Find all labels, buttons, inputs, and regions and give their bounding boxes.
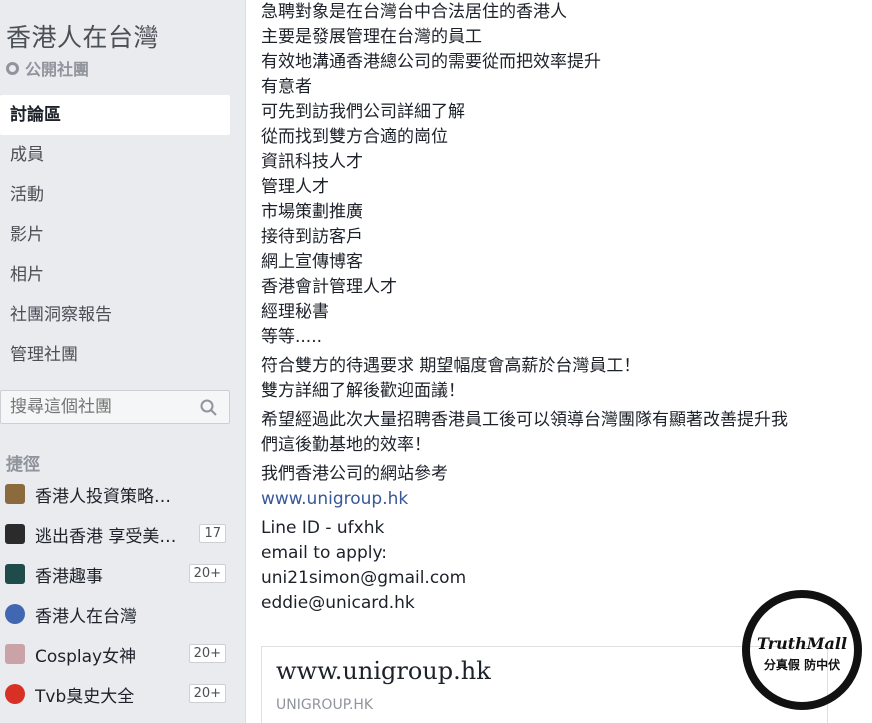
group-search[interactable] [0,390,230,424]
nav-item-members[interactable]: 成員 [0,135,230,175]
shortcuts-list: 香港人投資策略討論 逃出香港 享受美… 17 香港趣事 20+ 香港人在台灣 C… [0,474,230,714]
website-intro: 我們香港公司的網站參考 [261,464,448,484]
post-line: 資訊科技人才 [261,152,363,172]
post-line: 接待到訪客戶 [261,227,363,247]
contact-email: uni21simon@gmail.com [261,568,467,588]
search-input[interactable] [10,397,190,417]
shortcut-label: 逃出香港 享受美… [35,526,177,547]
contact-line: Line ID - ufxhk [261,518,385,538]
post-body: 急聘對象是在台灣台中合法居住的香港人 主要是發展管理在台灣的員工 有效地溝通香港… [261,0,861,620]
group-privacy: 公開社團 [6,56,89,80]
globe-icon [6,61,19,75]
post-line: 有意者 [261,77,312,97]
link-preview-domain: UNIGROUP.HK [276,697,374,713]
notification-badge: 17 [199,524,226,543]
group-privacy-label: 公開社團 [25,60,90,79]
nav-item-manage[interactable]: 管理社團 [0,335,230,375]
shortcuts-heading: 捷徑 [6,455,40,475]
shortcut-label: 香港人投資策略討論 [35,486,185,507]
shortcut-item[interactable]: 香港人投資策略討論 [0,474,230,514]
post-line: 主要是發展管理在台灣的員工 [261,27,482,47]
notification-badge: 20+ [188,564,226,583]
group-title[interactable]: 香港人在台灣 [6,18,159,54]
watermark-title: TruthMall [756,634,848,653]
post-line: 市場策劃推廣 [261,202,363,222]
briefcase-icon [5,484,25,504]
post-line: 希望經過此次大量招聘香港員工後可以領導台灣團隊有顯著改善提升我 [261,410,788,430]
shortcut-label: Tvb臭史大全 [35,686,135,707]
post-paragraph: 我們香港公司的網站參考 www.unigroup.hk [261,462,861,512]
shortcut-item[interactable]: Tvb臭史大全 20+ [0,674,230,714]
group-thumbnail-icon [5,524,25,544]
post-line: 有效地溝通香港總公司的需要從而把效率提升 [261,52,601,72]
nav-item-insights[interactable]: 社團洞察報告 [0,295,230,335]
notification-badge: 20+ [188,684,226,703]
watermark-logo: TruthMall 分真假 防中伏 [742,590,862,710]
post-paragraph: 希望經過此次大量招聘香港員工後可以領導台灣團隊有顯著改善提升我 們這後勤基地的效… [261,408,861,458]
post-line: 從而找到雙方合適的崗位 [261,127,448,147]
post-line: 可先到訪我們公司詳細了解 [261,102,465,122]
nav-item-discussion[interactable]: 討論區 [0,95,230,135]
left-sidebar: 香港人在台灣 公開社團 討論區 成員 活動 影片 相片 社團洞察報告 管理社團 … [0,0,245,723]
shortcut-label: 香港人在台灣 [35,606,137,627]
nav-item-events[interactable]: 活動 [0,175,230,215]
post-paragraph: 急聘對象是在台灣台中合法居住的香港人 主要是發展管理在台灣的員工 有效地溝通香港… [261,0,861,350]
shortcut-item[interactable]: Cosplay女神 20+ [0,634,230,674]
group-thumbnail-icon [5,564,25,584]
search-icon[interactable] [200,399,217,416]
shortcut-item[interactable]: 逃出香港 享受美… 17 [0,514,230,554]
notification-badge: 20+ [188,644,226,663]
nav-item-photos[interactable]: 相片 [0,255,230,295]
group-nav: 討論區 成員 活動 影片 相片 社團洞察報告 管理社團 [0,95,230,375]
group-thumbnail-icon [5,644,25,664]
shortcut-label: Cosplay女神 [35,646,137,667]
post-line: 急聘對象是在台灣台中合法居住的香港人 [261,2,567,22]
shortcut-label: 香港趣事 [35,566,103,587]
contact-line: email to apply: [261,543,388,563]
shortcut-item[interactable]: 香港趣事 20+ [0,554,230,594]
post-line: 經理秘書 [261,302,329,322]
post-line: 雙方詳細了解後歡迎面議！ [261,381,465,401]
nav-item-videos[interactable]: 影片 [0,215,230,255]
shortcut-item[interactable]: 香港人在台灣 [0,594,230,634]
post-line: 們這後勤基地的效率！ [261,435,431,455]
post-line: 符合雙方的待遇要求 期望幅度會高薪於台灣員工！ [261,356,641,376]
post-paragraph: 符合雙方的待遇要求 期望幅度會高薪於台灣員工！ 雙方詳細了解後歡迎面議！ [261,354,861,404]
post-line: 管理人才 [261,177,329,197]
website-link[interactable]: www.unigroup.hk [261,487,861,512]
watermark-subtitle: 分真假 防中伏 [763,658,841,672]
post-line: 香港會計管理人才 [261,277,397,297]
group-people-icon [5,604,25,624]
tvb-logo-icon [5,684,25,704]
post-line: 等等..... [261,327,323,347]
post-line: 網上宣傳博客 [261,252,363,272]
link-preview-title[interactable]: www.unigroup.hk [276,657,491,685]
